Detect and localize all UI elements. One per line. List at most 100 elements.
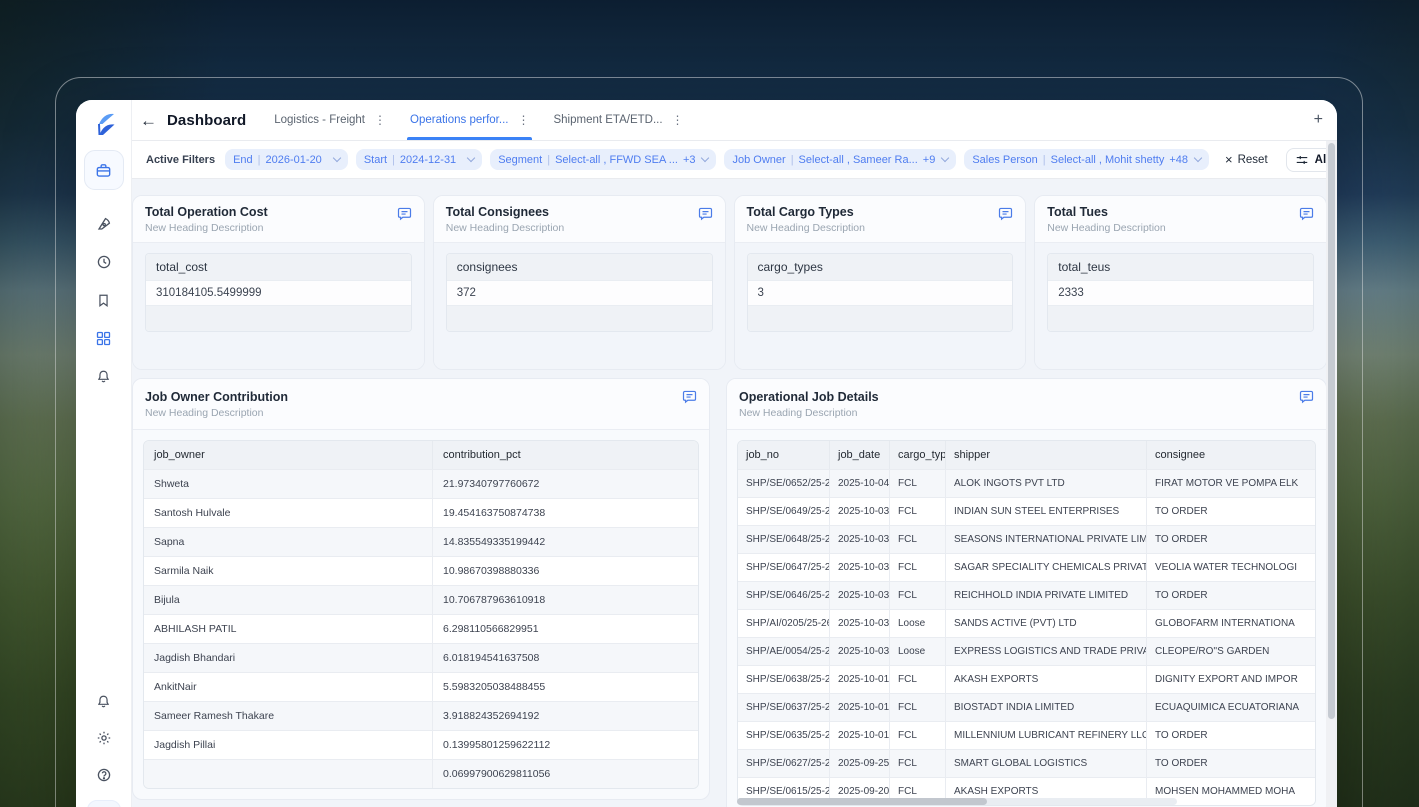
kpi-body: total_cost 310184105.5499999 bbox=[133, 243, 424, 369]
card-subtitle: New Heading Description bbox=[145, 407, 695, 419]
cell-shipper: SAGAR SPECIALITY CHEMICALS PRIVATE LIMIT… bbox=[946, 553, 1147, 581]
clock-icon[interactable] bbox=[92, 250, 116, 274]
cell-job-owner: Shweta bbox=[144, 469, 433, 498]
tab-operations-performance[interactable]: Operations perfor... ⋮ bbox=[410, 100, 529, 140]
bookmark-icon[interactable] bbox=[92, 288, 116, 312]
kpi-field-name: cargo_types bbox=[748, 254, 1013, 280]
close-icon: × bbox=[1225, 153, 1233, 166]
chip-extra-count: +9 bbox=[923, 154, 936, 166]
cell-job-date: 2025-10-01 bbox=[830, 665, 890, 693]
page-title: Dashboard bbox=[167, 112, 246, 129]
filter-chip[interactable]: Segment | Select-all , FFWD SEA ... +3 bbox=[490, 149, 716, 170]
comment-icon[interactable] bbox=[682, 389, 697, 404]
bell-icon[interactable] bbox=[92, 364, 116, 388]
cell-shipper: SEASONS INTERNATIONAL PRIVATE LIMITED bbox=[946, 525, 1147, 553]
gear-icon[interactable] bbox=[92, 726, 116, 750]
kpi-value: 372 bbox=[447, 280, 712, 305]
chevron-down-icon bbox=[701, 154, 709, 162]
cell-job-no: SHP/SE/0652/25-26 bbox=[738, 469, 830, 497]
column-header[interactable]: cargo_type bbox=[890, 441, 946, 469]
horizontal-scrollbar-thumb[interactable] bbox=[737, 798, 987, 805]
cell-job-owner: Bijula bbox=[144, 585, 433, 614]
help-icon[interactable] bbox=[92, 763, 116, 787]
topbar: ← Dashboard Logistics - Freight ⋮ Operat… bbox=[132, 100, 1337, 141]
briefcase-icon bbox=[95, 162, 112, 179]
cell-job-no: SHP/SE/0649/25-26 bbox=[738, 497, 830, 525]
cell-job-no: SHP/SE/0646/25-26 bbox=[738, 581, 830, 609]
kpi-title: Total Operation Cost bbox=[145, 205, 412, 219]
column-header[interactable]: contribution_pct bbox=[433, 441, 698, 469]
column-header[interactable]: job_owner bbox=[144, 441, 433, 469]
cell-job-date: 2025-10-01 bbox=[830, 693, 890, 721]
cell-job-date: 2025-10-03 bbox=[830, 525, 890, 553]
add-tab-button[interactable]: + bbox=[1314, 111, 1323, 129]
filter-chip[interactable]: Sales Person | Select-all , Mohit shetty… bbox=[964, 149, 1209, 170]
cell-consignee: TO ORDER bbox=[1147, 721, 1315, 749]
comment-icon[interactable] bbox=[397, 206, 412, 221]
cell-cargo-type: FCL bbox=[890, 525, 946, 553]
kpi-card-header: Total Operation Cost New Heading Descrip… bbox=[133, 196, 424, 243]
app-logo[interactable] bbox=[84, 104, 124, 146]
tab-kebab-icon[interactable]: ⋮ bbox=[517, 113, 529, 127]
chip-extra-count: +48 bbox=[1169, 154, 1188, 166]
cell-job-no: SHP/SE/0647/25-26 bbox=[738, 553, 830, 581]
table-row: SHP/SE/0649/25-26 2025-10-03 FCL INDIAN … bbox=[738, 497, 1315, 525]
cell-shipper: SMART GLOBAL LOGISTICS bbox=[946, 749, 1147, 777]
kpi-subtitle: New Heading Description bbox=[446, 222, 713, 234]
table-row: SHP/SE/0652/25-26 2025-10-04 FCL ALOK IN… bbox=[738, 469, 1315, 497]
comment-icon[interactable] bbox=[1299, 389, 1314, 404]
cell-consignee: TO ORDER bbox=[1147, 525, 1315, 553]
column-header[interactable]: job_no bbox=[738, 441, 830, 469]
back-arrow-icon[interactable]: ← bbox=[140, 112, 157, 129]
reset-filters-button[interactable]: × Reset bbox=[1225, 153, 1268, 166]
cell-consignee: ECUAQUIMICA ECUATORIANA bbox=[1147, 693, 1315, 721]
column-header[interactable]: shipper bbox=[946, 441, 1147, 469]
filter-chip[interactable]: End | 2026-01-20 bbox=[225, 149, 348, 170]
card-title: Job Owner Contribution bbox=[145, 390, 695, 404]
tab-logistics-freight[interactable]: Logistics - Freight ⋮ bbox=[274, 100, 386, 140]
chip-value: Select-all , Sameer Ra... bbox=[799, 154, 918, 166]
kpi-mini-table: consignees 372 bbox=[446, 253, 713, 332]
kpi-body: consignees 372 bbox=[434, 243, 725, 369]
vertical-scrollbar-track[interactable] bbox=[1326, 141, 1337, 807]
sidebar-item-dashboards[interactable] bbox=[84, 150, 124, 190]
kpi-card: Total Operation Cost New Heading Descrip… bbox=[132, 195, 425, 370]
table-row: AnkitNair 5.5983205038488455 bbox=[144, 672, 698, 701]
notifications-bell-icon[interactable] bbox=[92, 689, 116, 713]
chip-field: Job Owner bbox=[732, 154, 785, 166]
comment-icon[interactable] bbox=[1299, 206, 1314, 221]
column-header[interactable]: job_date bbox=[830, 441, 890, 469]
job-owner-contribution-card: Job Owner Contribution New Heading Descr… bbox=[132, 378, 710, 800]
filter-chip[interactable]: Start | 2024-12-31 bbox=[356, 149, 482, 170]
table-row: SHP/SE/0627/25-26 2025-09-25 FCL SMART G… bbox=[738, 749, 1315, 777]
tab-kebab-icon[interactable]: ⋮ bbox=[374, 113, 386, 127]
cell-shipper: ALOK INGOTS PVT LTD bbox=[946, 469, 1147, 497]
chip-field: Start bbox=[364, 154, 387, 166]
kpi-title: Total Consignees bbox=[446, 205, 713, 219]
cell-contribution-pct: 5.5983205038488455 bbox=[433, 672, 698, 701]
table-row: 0.06997900629811056 bbox=[144, 759, 698, 788]
tab-label: Logistics - Freight bbox=[274, 114, 365, 126]
tab-kebab-icon[interactable]: ⋮ bbox=[672, 113, 684, 127]
cell-job-owner: ABHILASH PATIL bbox=[144, 614, 433, 643]
kpi-value: 2333 bbox=[1048, 280, 1313, 305]
pen-icon[interactable] bbox=[92, 212, 116, 236]
column-header[interactable]: consignee bbox=[1147, 441, 1315, 469]
cell-job-no: SHP/SE/0637/25-26 bbox=[738, 693, 830, 721]
kpi-empty-row bbox=[447, 305, 712, 331]
filter-chip[interactable]: Job Owner | Select-all , Sameer Ra... +9 bbox=[724, 149, 956, 170]
table-row: SHP/AE/0054/25-26 2025-10-03 Loose EXPRE… bbox=[738, 637, 1315, 665]
table-row: Jagdish Bhandari 6.018194541637508 bbox=[144, 643, 698, 672]
grid-icon[interactable] bbox=[92, 326, 116, 350]
main-area: ← Dashboard Logistics - Freight ⋮ Operat… bbox=[132, 100, 1337, 807]
tab-shipment-eta-etd[interactable]: Shipment ETA/ETD... ⋮ bbox=[553, 100, 683, 140]
kpi-card: Total Cargo Types New Heading Descriptio… bbox=[734, 195, 1027, 370]
cell-job-no: SHP/SE/0635/25-26 bbox=[738, 721, 830, 749]
cell-cargo-type: FCL bbox=[890, 693, 946, 721]
vertical-scrollbar-thumb[interactable] bbox=[1328, 143, 1335, 719]
add-widget-button[interactable] bbox=[87, 800, 121, 807]
comment-icon[interactable] bbox=[698, 206, 713, 221]
comment-icon[interactable] bbox=[998, 206, 1013, 221]
horizontal-scrollbar-track[interactable] bbox=[737, 798, 1177, 805]
kpi-row: Total Operation Cost New Heading Descrip… bbox=[132, 195, 1327, 370]
